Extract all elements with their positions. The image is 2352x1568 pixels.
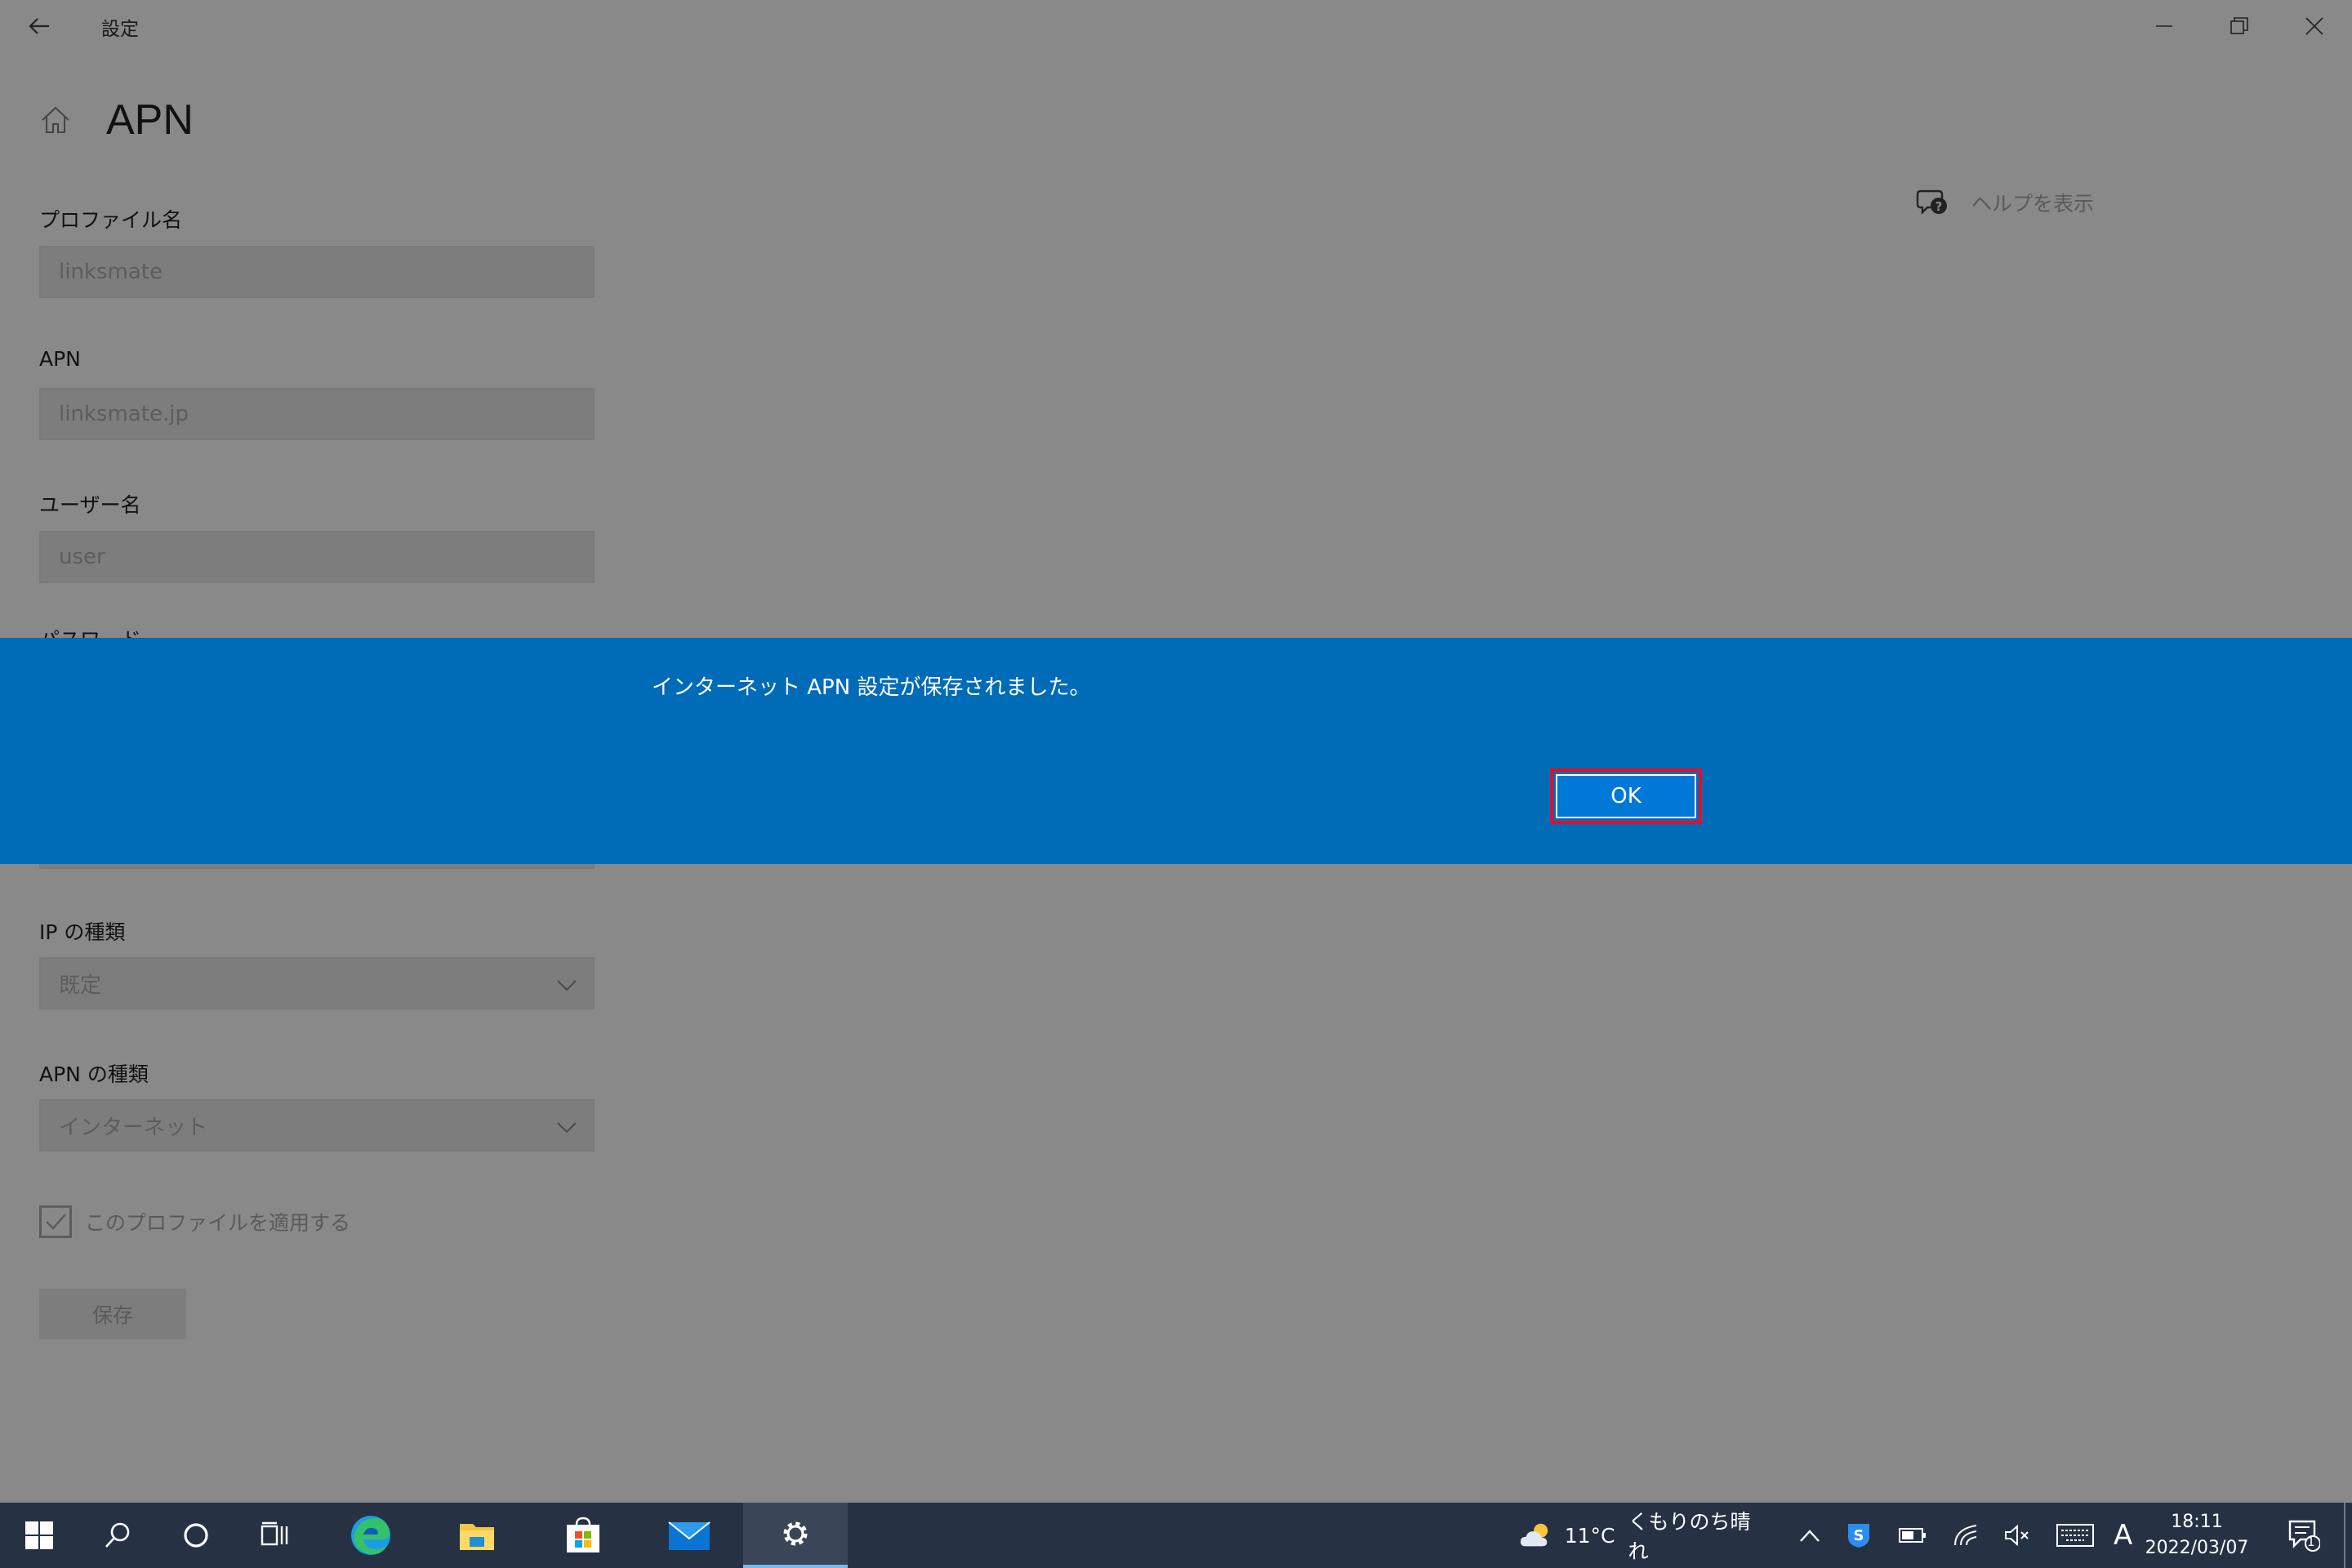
mail-button[interactable]: [640, 1503, 738, 1568]
page-title: APN: [106, 96, 194, 144]
ok-button[interactable]: OK: [1556, 774, 1696, 818]
apn-type-dropdown[interactable]: インターネット: [39, 1099, 595, 1152]
weather-temp: 11°C: [1564, 1523, 1615, 1548]
gear-icon: [783, 1521, 808, 1546]
apply-profile-checkbox-row[interactable]: このプロファイルを適用する: [39, 1205, 350, 1238]
cellular-signal-icon: [1954, 1525, 1977, 1546]
notification-count: 1: [2307, 1535, 2315, 1549]
apply-profile-label: このプロファイルを適用する: [85, 1211, 351, 1235]
search-icon: [105, 1522, 130, 1548]
restore-button[interactable]: [2202, 0, 2277, 52]
touch-keyboard-button[interactable]: [2050, 1503, 2100, 1568]
start-button[interactable]: [0, 1503, 78, 1568]
restore-icon: [2230, 17, 2248, 34]
task-view-button[interactable]: [235, 1503, 314, 1568]
folder-icon: [460, 1524, 494, 1550]
ip-type-label: IP の種類: [39, 920, 126, 944]
action-center-button[interactable]: 1: [2275, 1503, 2332, 1568]
battery-icon: [1899, 1528, 1926, 1543]
saved-dialog: インターネット APN 設定が保存されました。 OK: [0, 638, 2352, 864]
apn-input[interactable]: linksmate.jp: [39, 388, 595, 440]
back-button[interactable]: [18, 8, 60, 44]
show-hidden-icons-button[interactable]: [1785, 1503, 1834, 1568]
keyboard-icon: [2056, 1524, 2094, 1547]
home-icon[interactable]: [36, 100, 75, 140]
help-chat-icon: ?: [1916, 189, 1947, 215]
settings-taskbar-button[interactable]: [743, 1503, 848, 1568]
store-bag-icon: [567, 1517, 599, 1552]
svg-text:S: S: [1854, 1527, 1864, 1544]
clock-time: 18:11: [2171, 1512, 2223, 1532]
security-tray-button[interactable]: S: [1834, 1503, 1883, 1568]
app-title: 設定: [101, 19, 139, 40]
ok-button-highlight: OK: [1550, 768, 1702, 824]
back-arrow-icon: [29, 18, 49, 34]
file-explorer-button[interactable]: [428, 1503, 526, 1568]
apn-type-value: インターネット: [59, 1115, 208, 1140]
profile-name-label: プロファイル名: [39, 208, 183, 232]
chevron-up-icon: [1800, 1530, 1820, 1542]
ip-type-value: 既定: [59, 973, 102, 998]
minimize-button[interactable]: [2127, 0, 2202, 52]
search-button[interactable]: [78, 1503, 157, 1568]
close-button[interactable]: [2277, 0, 2352, 52]
username-input[interactable]: user: [39, 531, 595, 583]
checkmark-icon: [46, 1214, 66, 1230]
profile-name-input[interactable]: linksmate: [39, 246, 595, 298]
volume-button[interactable]: [1993, 1503, 2042, 1568]
minimize-icon: [2156, 25, 2172, 27]
apn-label: APN: [39, 347, 81, 371]
notification-icon: [2288, 1520, 2320, 1552]
task-view-icon: [261, 1521, 288, 1546]
apn-type-label: APN の種類: [39, 1062, 149, 1086]
ip-type-dropdown[interactable]: 既定: [39, 957, 595, 1009]
mail-envelope-icon: [668, 1521, 710, 1550]
show-desktop-button[interactable]: [2344, 1503, 2352, 1568]
weather-text: くもりのち晴れ: [1628, 1510, 1751, 1563]
chevron-down-icon: [557, 1122, 577, 1134]
edge-button[interactable]: [322, 1503, 420, 1568]
store-button[interactable]: [534, 1503, 632, 1568]
dialog-message: インターネット APN 設定が保存されました。: [652, 675, 1091, 700]
help-link-label: ヘルプを表示: [1971, 192, 2095, 216]
edge-browser-icon: [351, 1516, 390, 1555]
weather-widget[interactable]: 11°C くもりのち晴れ: [1519, 1503, 1764, 1568]
username-label: ユーザー名: [39, 493, 141, 517]
cortana-button[interactable]: [157, 1503, 235, 1568]
page-header: APN: [36, 91, 194, 149]
help-link[interactable]: ? ヘルプを表示: [1916, 188, 2094, 217]
title-bar: 設定: [0, 0, 2352, 52]
taskbar: 11°C くもりのち晴れ S A 18:11 2022/03/07 1: [0, 1503, 2352, 1568]
shield-s-icon: S: [1848, 1524, 1869, 1548]
clock-date: 2022/03/07: [2145, 1538, 2249, 1558]
network-button[interactable]: [1942, 1503, 1991, 1568]
apply-profile-checkbox[interactable]: [39, 1205, 72, 1238]
battery-button[interactable]: [1888, 1503, 1937, 1568]
clock[interactable]: 18:11 2022/03/07: [2140, 1509, 2254, 1561]
svg-text:?: ?: [1936, 199, 1943, 214]
cortana-circle-icon: [184, 1523, 208, 1548]
volume-muted-icon: [2005, 1524, 2029, 1547]
close-icon: [2305, 17, 2323, 35]
partly-cloudy-icon: [1520, 1523, 1548, 1547]
ime-mode-indicator[interactable]: A: [2114, 1519, 2132, 1552]
chevron-down-icon: [557, 980, 577, 991]
save-button[interactable]: 保存: [39, 1289, 186, 1339]
windows-logo-icon: [25, 1521, 53, 1549]
